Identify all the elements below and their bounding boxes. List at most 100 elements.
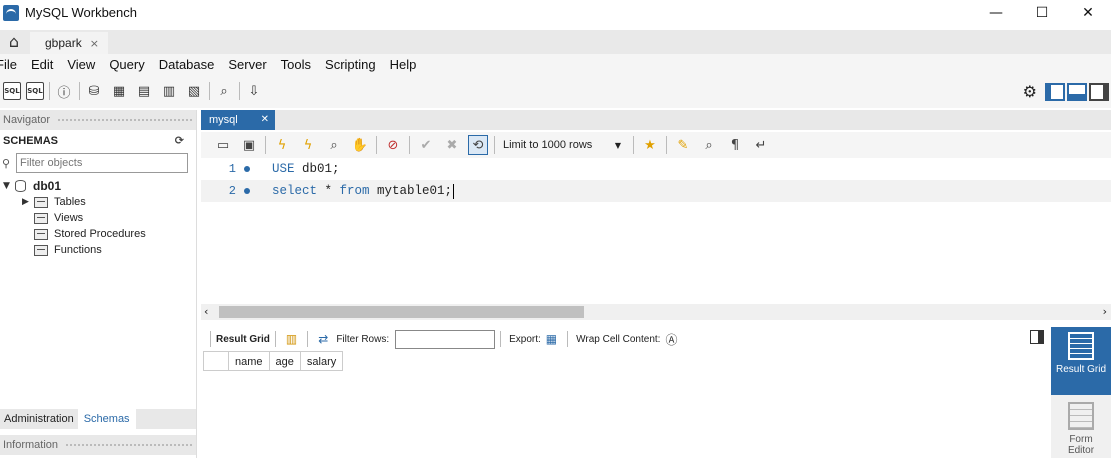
tree-item-functions[interactable]: Functions	[0, 242, 196, 258]
execute-icon[interactable]: ϟ	[272, 135, 292, 155]
maximize-button[interactable]: ☐	[1019, 0, 1065, 25]
open-sql-script-icon[interactable]: SQL	[26, 82, 44, 100]
editor-horizontal-scrollbar[interactable]: ‹ ›	[201, 304, 1111, 320]
toolbar-separator	[239, 82, 240, 100]
menu-server[interactable]: Server	[221, 57, 273, 72]
row-header-cell[interactable]	[203, 351, 229, 371]
autocommit-toggle-icon[interactable]: ⟲	[468, 135, 488, 155]
tree-item-stored-procedures[interactable]: Stored Procedures	[0, 226, 196, 242]
new-sql-tab-icon[interactable]: SQL	[3, 82, 21, 100]
commit-icon[interactable]: ✔	[416, 135, 436, 155]
tab-schemas[interactable]: Schemas	[77, 409, 136, 429]
code-line[interactable]: 1 USE db01;	[201, 158, 1111, 180]
column-header-name[interactable]: name	[229, 351, 270, 371]
menu-view[interactable]: View	[60, 57, 102, 72]
menu-edit[interactable]: Edit	[24, 57, 60, 72]
home-icon[interactable]: ⌂	[4, 32, 24, 52]
menu-file[interactable]: File	[0, 57, 24, 72]
toolbar-separator	[494, 136, 495, 154]
menu-database[interactable]: Database	[152, 57, 222, 72]
sql-text: mytable01;	[369, 184, 453, 198]
stop-icon[interactable]: ✋	[350, 135, 370, 155]
menu-help[interactable]: Help	[383, 57, 424, 72]
procedures-folder-icon	[34, 228, 48, 240]
filter-rows-label: Filter Rows:	[336, 333, 390, 345]
execute-current-icon[interactable]: ϟ	[298, 135, 318, 155]
menu-tools[interactable]: Tools	[274, 57, 318, 72]
connection-tab-close-icon[interactable]: ×	[90, 37, 99, 50]
toolbar-separator	[49, 82, 50, 100]
tab-administration[interactable]: Administration	[0, 409, 78, 429]
search-table-data-icon[interactable]: ⌕	[214, 81, 234, 101]
tree-item-tables[interactable]: ▶ Tables	[0, 194, 196, 210]
filter-rows-input[interactable]	[395, 329, 496, 349]
tree-item-label: Stored Procedures	[54, 228, 146, 240]
scrollbar-thumb[interactable]	[219, 306, 584, 318]
export-icon[interactable]: ▦	[546, 332, 557, 346]
word-wrap-icon[interactable]: ↵	[751, 135, 771, 155]
sql-editor[interactable]: 1 USE db01; 2 select * from mytable01;	[201, 158, 1111, 304]
chevron-down-icon: ▼	[614, 140, 621, 150]
menu-scripting[interactable]: Scripting	[318, 57, 383, 72]
refresh-icon[interactable]: ⟳	[175, 134, 184, 147]
navigator-title: Navigator	[3, 114, 51, 126]
inspector-icon[interactable]: ⓘ	[54, 81, 74, 101]
information-header: Information	[0, 435, 196, 455]
beautify-icon[interactable]: ✎	[673, 135, 693, 155]
reconnect-icon[interactable]: ⇩	[244, 81, 264, 101]
gear-icon[interactable]: ⚙	[1023, 82, 1037, 101]
expand-caret-icon[interactable]: ▼	[3, 181, 15, 191]
schemas-header: SCHEMAS ⟳	[0, 130, 196, 152]
tree-item-label: Functions	[54, 244, 102, 256]
result-grid-icon	[1068, 332, 1094, 360]
wrap-cell-content-label: Wrap Cell Content:	[576, 333, 661, 345]
menu-query[interactable]: Query	[102, 57, 151, 72]
scroll-right-icon[interactable]: ›	[1103, 305, 1107, 318]
result-grid-label[interactable]: Result Grid	[216, 334, 270, 345]
column-header-age[interactable]: age	[269, 351, 301, 371]
scroll-left-icon[interactable]: ‹	[204, 305, 208, 318]
result-toolbar: Result Grid ▥ ⇄ Filter Rows: Export: ▦ W…	[201, 327, 1047, 351]
tree-item-views[interactable]: Views	[0, 210, 196, 226]
filter-objects-input[interactable]	[16, 153, 188, 173]
create-schema-icon[interactable]: ⛁	[84, 81, 104, 101]
connection-tab[interactable]: gbpark ×	[30, 32, 108, 54]
views-folder-icon	[34, 212, 48, 224]
invisible-chars-icon[interactable]: ¶	[725, 135, 745, 155]
stop-on-error-icon[interactable]: ⊘	[383, 135, 403, 155]
sql-tab-close-icon[interactable]: ✕	[261, 110, 269, 130]
toggle-sidebar-icon[interactable]	[1045, 82, 1065, 101]
minimize-button[interactable]: —	[973, 0, 1019, 25]
refresh-icon[interactable]: ⇄	[318, 332, 328, 346]
result-grid-button[interactable]: Result Grid	[1051, 327, 1111, 395]
create-function-icon[interactable]: ▧	[184, 81, 204, 101]
expand-caret-icon[interactable]: ▶	[22, 197, 34, 207]
form-editor-button[interactable]: Form Editor	[1051, 397, 1111, 458]
create-table-icon[interactable]: ▦	[109, 81, 129, 101]
toggle-secondary-sidebar-icon[interactable]	[1089, 82, 1109, 101]
sql-editor-tab[interactable]: mysql ✕	[201, 110, 275, 130]
editor-tab-bar: mysql ✕	[201, 110, 1111, 130]
rollback-icon[interactable]: ✖	[442, 135, 462, 155]
add-snippet-icon[interactable]: ★	[640, 135, 660, 155]
column-header-salary[interactable]: salary	[300, 351, 344, 371]
create-view-icon[interactable]: ▤	[134, 81, 154, 101]
limit-rows-select[interactable]: Limit to 1000 rows ▼	[501, 135, 625, 155]
code-line-current[interactable]: 2 select * from mytable01;	[201, 180, 1111, 202]
find-icon[interactable]: ⌕	[699, 135, 719, 155]
toggle-output-icon[interactable]	[1067, 82, 1087, 101]
explain-icon[interactable]: ⌕	[324, 135, 344, 155]
toolbar-separator	[567, 331, 569, 347]
connection-tab-label: gbpark	[45, 36, 82, 50]
editor-toolbar: ▭ ▣ ϟ ϟ ⌕ ✋ ⊘ ✔ ✖ ⟲ Limit to 1000 rows ▼…	[201, 132, 1111, 158]
statement-marker-icon	[244, 166, 250, 172]
tree-item-db01[interactable]: ▼ db01	[0, 178, 196, 194]
grid-icon[interactable]: ▥	[286, 332, 297, 346]
navigator-tabs: Administration Schemas	[0, 409, 196, 429]
close-window-button[interactable]: ✕	[1065, 0, 1111, 25]
toggle-side-panel-icon[interactable]	[1030, 330, 1044, 344]
create-procedure-icon[interactable]: ▥	[159, 81, 179, 101]
save-icon[interactable]: ▣	[239, 135, 259, 155]
wrap-text-icon[interactable]: Ⓐ	[665, 331, 677, 348]
open-file-icon[interactable]: ▭	[213, 135, 233, 155]
